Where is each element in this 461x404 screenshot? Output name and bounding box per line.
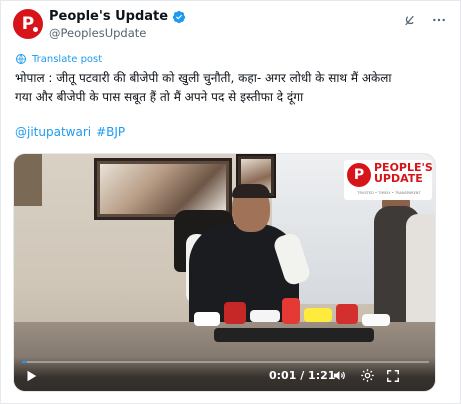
mention-link[interactable]: @jitupatwari xyxy=(15,125,91,139)
video-frame-microphones xyxy=(164,294,404,364)
video-watermark-logo: P xyxy=(347,163,371,187)
video-watermark-tagline: TRUSTED • TIMELY • TRANSPARENT xyxy=(357,191,421,195)
globe-icon xyxy=(16,54,26,64)
post-hashtags: @jitupatwari #BJP xyxy=(15,125,125,139)
post-text-line: भोपाल : जीतू पटवारी की बीजेपी को खुली चु… xyxy=(15,71,392,85)
grok-icon[interactable] xyxy=(400,11,418,29)
tweet-card: P People's Update @PeoplesUpdate Transla… xyxy=(0,0,461,404)
video-player[interactable]: P PEOPLE'S UPDATE TRUSTED • TIMELY • TRA… xyxy=(13,153,436,392)
top-actions xyxy=(400,11,448,29)
settings-icon[interactable] xyxy=(360,368,375,383)
volume-icon[interactable] xyxy=(332,368,347,383)
author-name-row: People's Update xyxy=(49,9,186,24)
video-time: 0:01 / 1:21 xyxy=(269,369,336,382)
translate-label: Translate post xyxy=(32,53,103,65)
display-name[interactable]: People's Update xyxy=(49,9,168,24)
post-text: भोपाल : जीतू पटवारी की बीजेपी को खुली चु… xyxy=(15,69,455,107)
more-icon[interactable] xyxy=(430,11,448,29)
video-frame-picture xyxy=(14,154,42,206)
translate-post-link[interactable]: Translate post xyxy=(15,53,102,65)
verified-badge-icon xyxy=(172,10,186,23)
video-progress-fill xyxy=(22,361,27,363)
account-handle[interactable]: @PeoplesUpdate xyxy=(49,26,146,40)
video-watermark-text: PEOPLE'S UPDATE xyxy=(374,162,433,185)
video-watermark-line: UPDATE xyxy=(374,172,423,185)
post-text-line: गया और बीजेपी के पास सबूत हैं तो मैं अपन… xyxy=(15,90,304,104)
hashtag-link[interactable]: #BJP xyxy=(96,125,125,139)
video-progress-bar[interactable] xyxy=(22,361,429,363)
avatar[interactable]: P xyxy=(13,9,43,39)
fullscreen-icon[interactable] xyxy=(386,369,400,383)
avatar-dot xyxy=(33,27,38,32)
play-icon[interactable] xyxy=(24,369,38,383)
video-frame-speaker-hair xyxy=(232,184,270,198)
avatar-letter: P xyxy=(21,14,35,34)
